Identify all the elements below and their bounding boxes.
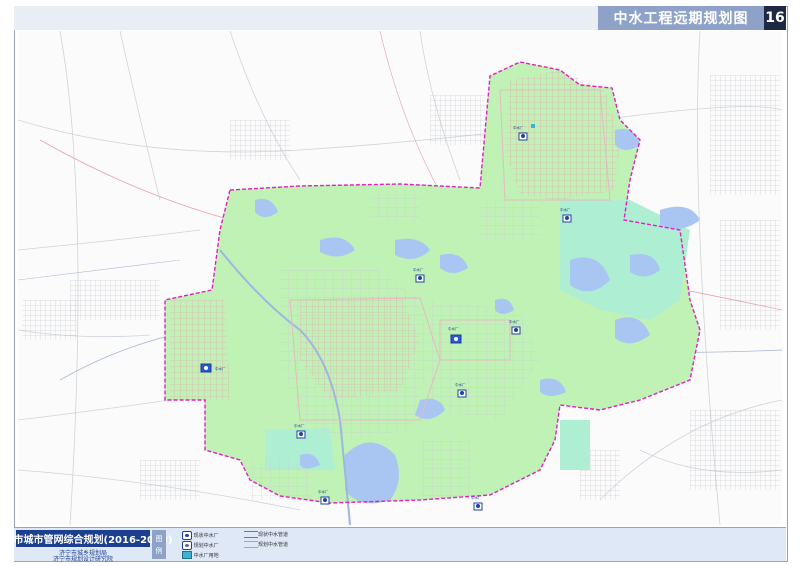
plant-label: 中水厂 — [455, 382, 466, 387]
plant-land-icon — [182, 551, 192, 559]
legend-existing-pipe: 现状中水管道 — [244, 531, 288, 538]
existing-pipe-icon — [244, 531, 258, 538]
org-name-2: 济宁市规划设计研究院 — [52, 556, 113, 563]
water-plant-icon — [450, 334, 462, 344]
planned-pipe-icon — [244, 541, 258, 548]
legend-label: 现状中水厂 — [193, 533, 219, 539]
plant-label: 中水厂 — [318, 489, 329, 494]
plant-label: 中水厂 — [294, 423, 305, 428]
existing-plant-icon — [182, 531, 192, 540]
water-plant-icon — [518, 132, 528, 141]
page-number: 16 — [764, 6, 786, 30]
legend-planned-plant: 规划中水厂 — [182, 541, 219, 550]
plant-label: 中水厂 — [509, 319, 520, 324]
legend-label: 规划中水管道 — [258, 542, 289, 548]
plant-label: 中水厂 — [471, 495, 482, 500]
legend-tag: 图 例 — [152, 530, 166, 559]
legend-planned-pipe: 规划中水管道 — [244, 541, 288, 548]
legend-existing-plant: 现状中水厂 — [182, 531, 219, 540]
plant-label: 中水厂 — [560, 207, 571, 212]
water-plant-icon — [320, 496, 330, 505]
legend-label: 现状中水管道 — [258, 532, 289, 538]
map-canvas[interactable]: 中水厂 中水厂 中水厂 中水厂 中水厂 中水厂 中水厂 中水厂 中水厂 中水厂 — [18, 31, 782, 525]
legend-tag-char-1: 图 — [155, 534, 163, 543]
plant-label: 中水厂 — [513, 125, 524, 130]
water-plant-icon — [562, 214, 572, 223]
plant-label: 中水厂 — [215, 366, 226, 371]
legend-label: 规划中水厂 — [193, 543, 219, 549]
legend-tag-char-2: 例 — [155, 546, 163, 555]
water-plant-icon — [415, 274, 425, 283]
water-plant-icon — [457, 389, 467, 398]
city-map-svg: 中水厂 中水厂 中水厂 中水厂 中水厂 中水厂 中水厂 中水厂 中水厂 中水厂 — [18, 31, 782, 525]
plant-label: 中水厂 — [448, 326, 459, 331]
plant-land-marker — [531, 124, 535, 128]
water-plant-icon — [200, 363, 212, 373]
footer-panel: 济宁市城市管网综合规划(2016-2030) 济宁市城乡规划局 济宁市规划设计研… — [0, 527, 786, 563]
planned-plant-icon — [182, 541, 192, 550]
water-plant-icon — [296, 430, 306, 439]
map-title: 中水工程远期规划图 — [598, 6, 764, 30]
plant-label: 中水厂 — [413, 267, 424, 272]
legend-plant-land: 中水厂用地 — [182, 551, 219, 559]
water-plant-icon — [511, 326, 521, 335]
water-plant-icon — [473, 502, 483, 511]
legend-label: 中水厂用地 — [193, 552, 219, 559]
plan-title: 济宁市城市管网综合规划(2016-2030) — [0, 530, 172, 547]
